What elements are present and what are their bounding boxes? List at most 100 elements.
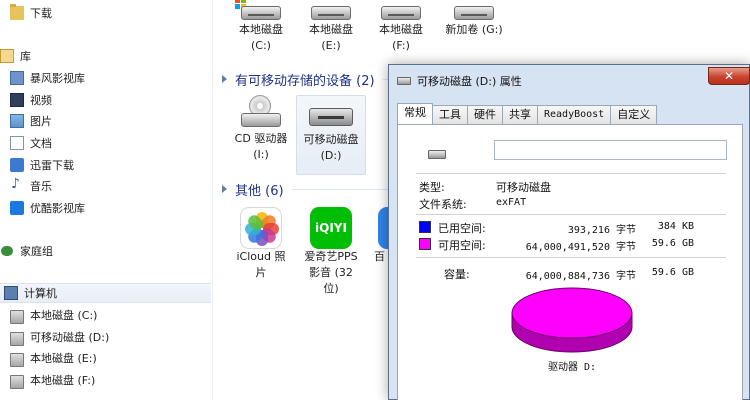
tab-hardware[interactable]: 硬件: [467, 105, 503, 124]
download-folder-icon: [10, 4, 24, 20]
cd-drive-icon: [241, 95, 281, 131]
nav-item-label: 本地磁盘 (E:): [30, 352, 97, 365]
nav-item-label: 本地磁盘 (C:): [30, 309, 98, 322]
drive-tile-f[interactable]: 本地磁盘 (F:): [366, 0, 436, 54]
app-tile-label: 爱奇艺PPS 影音 (32 位): [304, 250, 358, 295]
general-tab-panel: 类型: 可移动磁盘 文件系统: exFAT 已用空间: 393,216 字节 3…: [397, 124, 743, 400]
group-title: 其他 (6): [235, 183, 284, 199]
nav-item-downloads[interactable]: 下载: [10, 3, 52, 23]
free-space-bytes: 64,000,491,520 字节: [525, 242, 636, 253]
drive-tile-label: 本地磁盘 (C:): [239, 23, 283, 52]
homegroup-icon: [0, 244, 14, 258]
app-tile-iqiyi[interactable]: iQIYI 爱奇艺PPS 影音 (32 位): [296, 207, 366, 297]
pictures-library-icon: [10, 114, 24, 128]
tab-readyboost[interactable]: ReadyBoost: [537, 105, 612, 124]
used-space-label: 已用空间:: [438, 222, 486, 235]
removable-drive-icon: [309, 96, 353, 132]
nav-item-label: 库: [20, 50, 31, 63]
music-library-icon: [10, 176, 24, 193]
divider: [416, 257, 726, 258]
divider: [416, 214, 726, 215]
iqiyi-logo-icon: iQIYI: [310, 207, 352, 249]
tab-general[interactable]: 常规: [397, 103, 433, 124]
drive-tile-e[interactable]: 本地磁盘 (E:): [296, 0, 366, 54]
drive-tile-c[interactable]: 本地磁盘 (C:): [226, 0, 296, 54]
nav-item-baofeng[interactable]: 暴风影视库: [10, 68, 85, 88]
removable-drive-icon: [397, 77, 411, 85]
filesystem-label: 文件系统:: [419, 198, 467, 211]
baofeng-library-icon: [10, 71, 24, 85]
navigation-pane: 下载 库 暴风影视库 视频 图片 文档 迅雷下载 音乐 优酷影视库 家庭组 计算…: [0, 0, 213, 400]
expand-arrow-icon: [222, 185, 227, 193]
app-tile-label: iCloud 照 片: [236, 250, 286, 279]
app-tile-icloud-photos[interactable]: iCloud 照 片: [226, 207, 296, 281]
drive-icon: [311, 0, 351, 22]
nav-item-documents[interactable]: 文档: [10, 133, 52, 153]
drive-tile-label: 本地磁盘 (E:): [309, 23, 353, 52]
capacity-label: 容量:: [444, 268, 470, 281]
nav-item-homegroup[interactable]: 家庭组: [0, 241, 53, 261]
nav-item-xunlei[interactable]: 迅雷下载: [10, 155, 74, 175]
drive-icon: [10, 310, 24, 324]
drive-tile-label: 新加卷 (G:): [445, 23, 503, 36]
tab-tools[interactable]: 工具: [432, 105, 468, 124]
pie-free-slice: [511, 287, 633, 339]
nav-item-drive-c[interactable]: 本地磁盘 (C:): [10, 305, 97, 325]
close-button[interactable]: ✕: [708, 67, 750, 85]
drive-tile-label: 可移动磁盘 (D:): [303, 133, 359, 162]
system-drive-icon: [235, 0, 281, 22]
type-label: 类型:: [419, 181, 445, 194]
drive-tile-label: 本地磁盘 (F:): [379, 23, 423, 52]
video-library-icon: [10, 93, 24, 107]
nav-item-computer[interactable]: 计算机: [0, 283, 211, 303]
free-space-size: 59.6 GB: [651, 238, 694, 249]
tab-sharing[interactable]: 共享: [502, 105, 538, 124]
drive-tile-cd[interactable]: CD 驱动器 (I:): [226, 95, 296, 171]
nav-item-music[interactable]: 音乐: [10, 176, 52, 196]
nav-item-drive-d[interactable]: 可移动磁盘 (D:): [10, 327, 109, 347]
capacity-size: 59.6 GB: [651, 267, 694, 278]
drive-icon: [10, 353, 24, 367]
divider: [416, 173, 726, 174]
drive-icon: [10, 375, 24, 389]
icloud-photos-icon: [240, 207, 282, 249]
nav-item-drive-f[interactable]: 本地磁盘 (F:): [10, 370, 95, 390]
filesystem-value: exFAT: [496, 197, 527, 208]
drive-tile-g[interactable]: 新加卷 (G:): [436, 0, 512, 38]
disk-usage-pie: [511, 287, 633, 353]
tab-strip: 常规 工具 硬件 共享 ReadyBoost 自定义: [397, 103, 658, 125]
group-header-other[interactable]: 其他 (6): [214, 179, 412, 199]
volume-name-input[interactable]: [494, 140, 727, 160]
group-title: 有可移动存储的设备 (2): [235, 73, 375, 89]
dialog-title-bar[interactable]: 可移动磁盘 (D:) 属性: [389, 65, 750, 97]
nav-item-label: 暴风影视库: [30, 72, 85, 85]
nav-item-label: 下载: [30, 7, 52, 20]
nav-item-pictures[interactable]: 图片: [10, 111, 52, 131]
youku-library-icon: [10, 201, 24, 215]
documents-library-icon: [10, 136, 24, 150]
nav-item-drive-e[interactable]: 本地磁盘 (E:): [10, 348, 97, 368]
drive-tile-removable-d[interactable]: 可移动磁盘 (D:): [296, 95, 366, 175]
capacity-bytes: 64,000,884,736 字节: [525, 271, 636, 282]
nav-item-label: 优酷影视库: [30, 202, 85, 215]
xunlei-download-icon: [10, 158, 24, 172]
drive-letter-label: 驱动器 D:: [548, 362, 597, 373]
nav-item-label: 计算机: [24, 287, 57, 300]
free-space-swatch: [419, 238, 431, 250]
removable-drive-icon: [10, 332, 24, 346]
drive-tile-label: CD 驱动器 (I:): [234, 132, 288, 161]
expand-arrow-icon: [222, 75, 227, 83]
nav-item-youku[interactable]: 优酷影视库: [10, 198, 85, 218]
nav-item-library[interactable]: 库: [0, 46, 31, 66]
nav-item-label: 图片: [30, 115, 52, 128]
type-value: 可移动磁盘: [496, 181, 551, 194]
free-space-label: 可用空间:: [438, 239, 486, 252]
nav-item-videos[interactable]: 视频: [10, 90, 52, 110]
nav-item-label: 视频: [30, 94, 52, 107]
nav-item-label: 音乐: [30, 180, 52, 193]
tab-customize[interactable]: 自定义: [610, 105, 658, 124]
nav-item-label: 迅雷下载: [30, 159, 74, 172]
nav-item-label: 文档: [30, 137, 52, 150]
nav-item-label: 家庭组: [20, 245, 53, 258]
library-icon: [0, 49, 14, 63]
